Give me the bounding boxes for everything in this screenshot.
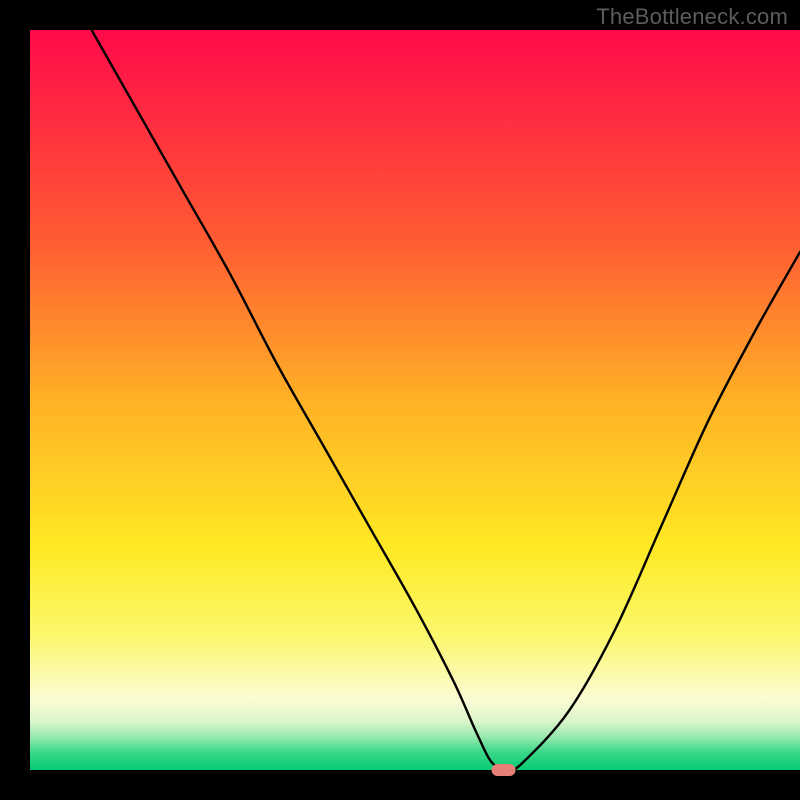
plot-background <box>30 30 800 770</box>
bottleneck-chart <box>0 0 800 800</box>
optimum-marker <box>492 764 516 776</box>
chart-frame: TheBottleneck.com <box>0 0 800 800</box>
